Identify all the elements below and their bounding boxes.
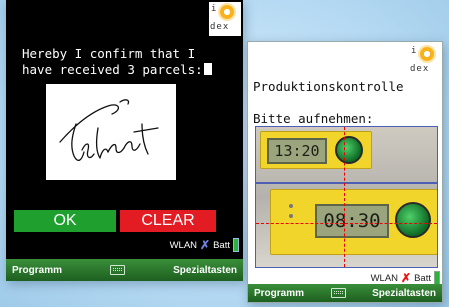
lcd-display-top: 13:20 (267, 138, 327, 164)
confirmation-text: Hereby I confirm that I have received 3 … (22, 46, 232, 78)
logo-text-dex: dex (210, 22, 230, 32)
screw-icon (289, 214, 293, 218)
wlan-off-icon: ✗ (401, 271, 412, 285)
screw-icon (289, 204, 293, 208)
softkey-programm[interactable]: Programm (254, 288, 304, 299)
confirmation-line-1: Hereby I confirm that I (22, 46, 196, 61)
logo-letter-i: i (211, 4, 217, 14)
wlan-off-icon: ✗ (200, 238, 211, 252)
idex-logo: i dex (409, 44, 441, 78)
softkey-programm[interactable]: Programm (12, 265, 62, 276)
signature-pad[interactable] (46, 84, 176, 180)
green-button-icon (335, 136, 363, 164)
camera-preview[interactable]: 13:20 08:30 (255, 126, 438, 268)
right-device-screen: i dex Produktionskontrolle Bitte aufnehm… (247, 41, 443, 303)
text-cursor (203, 63, 212, 75)
status-bar: WLAN ✗ Batt (170, 238, 239, 252)
timer-panel-top: 13:20 (260, 131, 372, 169)
keyboard-icon[interactable] (330, 288, 346, 298)
signature-drawing (59, 99, 159, 161)
wlan-label: WLAN (169, 239, 198, 251)
idex-logo: i dex (209, 2, 241, 36)
preview-separator (256, 182, 437, 184)
battery-label: Batt (213, 239, 230, 251)
timer-panel-bottom: 08:30 (270, 189, 437, 255)
softkey-bar: Programm Spezialtasten (248, 284, 442, 302)
logo-sun-icon (220, 5, 234, 19)
logo-sun-icon (420, 47, 434, 61)
keyboard-icon[interactable] (110, 265, 126, 275)
lcd-display-bottom: 08:30 (315, 204, 389, 238)
capture-prompt: Bitte aufnehmen: (253, 111, 374, 126)
battery-icon (434, 271, 440, 285)
clear-button[interactable]: CLEAR (120, 210, 216, 232)
green-button-icon (395, 202, 431, 238)
ok-button[interactable]: OK (14, 210, 116, 232)
confirmation-line-2: have received 3 parcels: (22, 62, 203, 77)
wlan-label: WLAN (370, 272, 399, 284)
crosshair-horizontal (256, 223, 437, 224)
softkey-spezialtasten[interactable]: Spezialtasten (372, 288, 436, 299)
battery-icon (233, 238, 239, 252)
status-bar: WLAN ✗ Batt (371, 271, 440, 285)
left-device-screen: i dex Hereby I confirm that I have recei… (6, 0, 243, 281)
softkey-spezialtasten[interactable]: Spezialtasten (173, 265, 237, 276)
softkey-bar: Programm Spezialtasten (6, 259, 243, 281)
logo-text-dex: dex (410, 64, 430, 74)
battery-label: Batt (414, 272, 431, 284)
screen-title: Produktionskontrolle (253, 79, 404, 94)
logo-letter-i: i (411, 46, 417, 56)
crosshair-vertical (344, 127, 345, 267)
